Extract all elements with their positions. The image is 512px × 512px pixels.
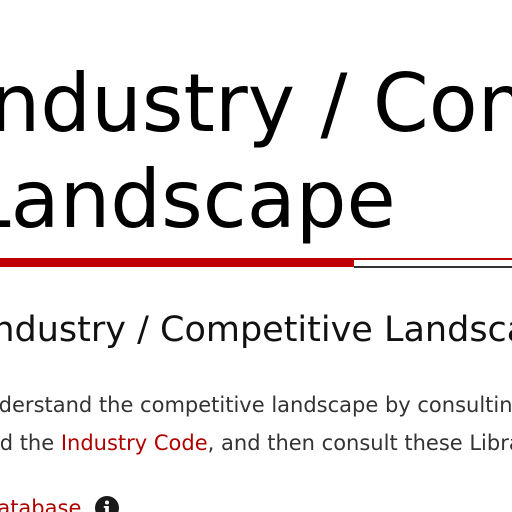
box-heading: Industry / Competitive Landscape bbox=[0, 310, 512, 350]
database-link[interactable]: database bbox=[0, 496, 81, 512]
page-title-line-2: Landscape bbox=[0, 153, 396, 246]
page-title: Industry / Competitive Landscape bbox=[0, 56, 512, 248]
title-divider bbox=[0, 258, 512, 268]
resource-row: database bbox=[0, 488, 120, 512]
box-description-prefix: Find the bbox=[0, 431, 55, 455]
box-description-line-2: Find the Industry Code, and then consult… bbox=[0, 424, 512, 462]
box-description-line-1: Understand the competitive landscape by … bbox=[0, 393, 512, 417]
title-divider-thin-bottom bbox=[354, 266, 512, 268]
page: Industry / Competitive Landscape Industr… bbox=[0, 0, 512, 512]
title-divider-thick bbox=[0, 258, 354, 267]
box-description: Understand the competitive landscape by … bbox=[0, 386, 512, 462]
industry-code-link[interactable]: Industry Code bbox=[61, 431, 208, 455]
page-title-line-1: Industry / Competitive bbox=[0, 57, 512, 150]
box-description-suffix: , and then consult these Library resourc… bbox=[207, 431, 512, 455]
info-circle-icon[interactable] bbox=[94, 494, 120, 512]
title-divider-thin-top bbox=[354, 258, 512, 260]
